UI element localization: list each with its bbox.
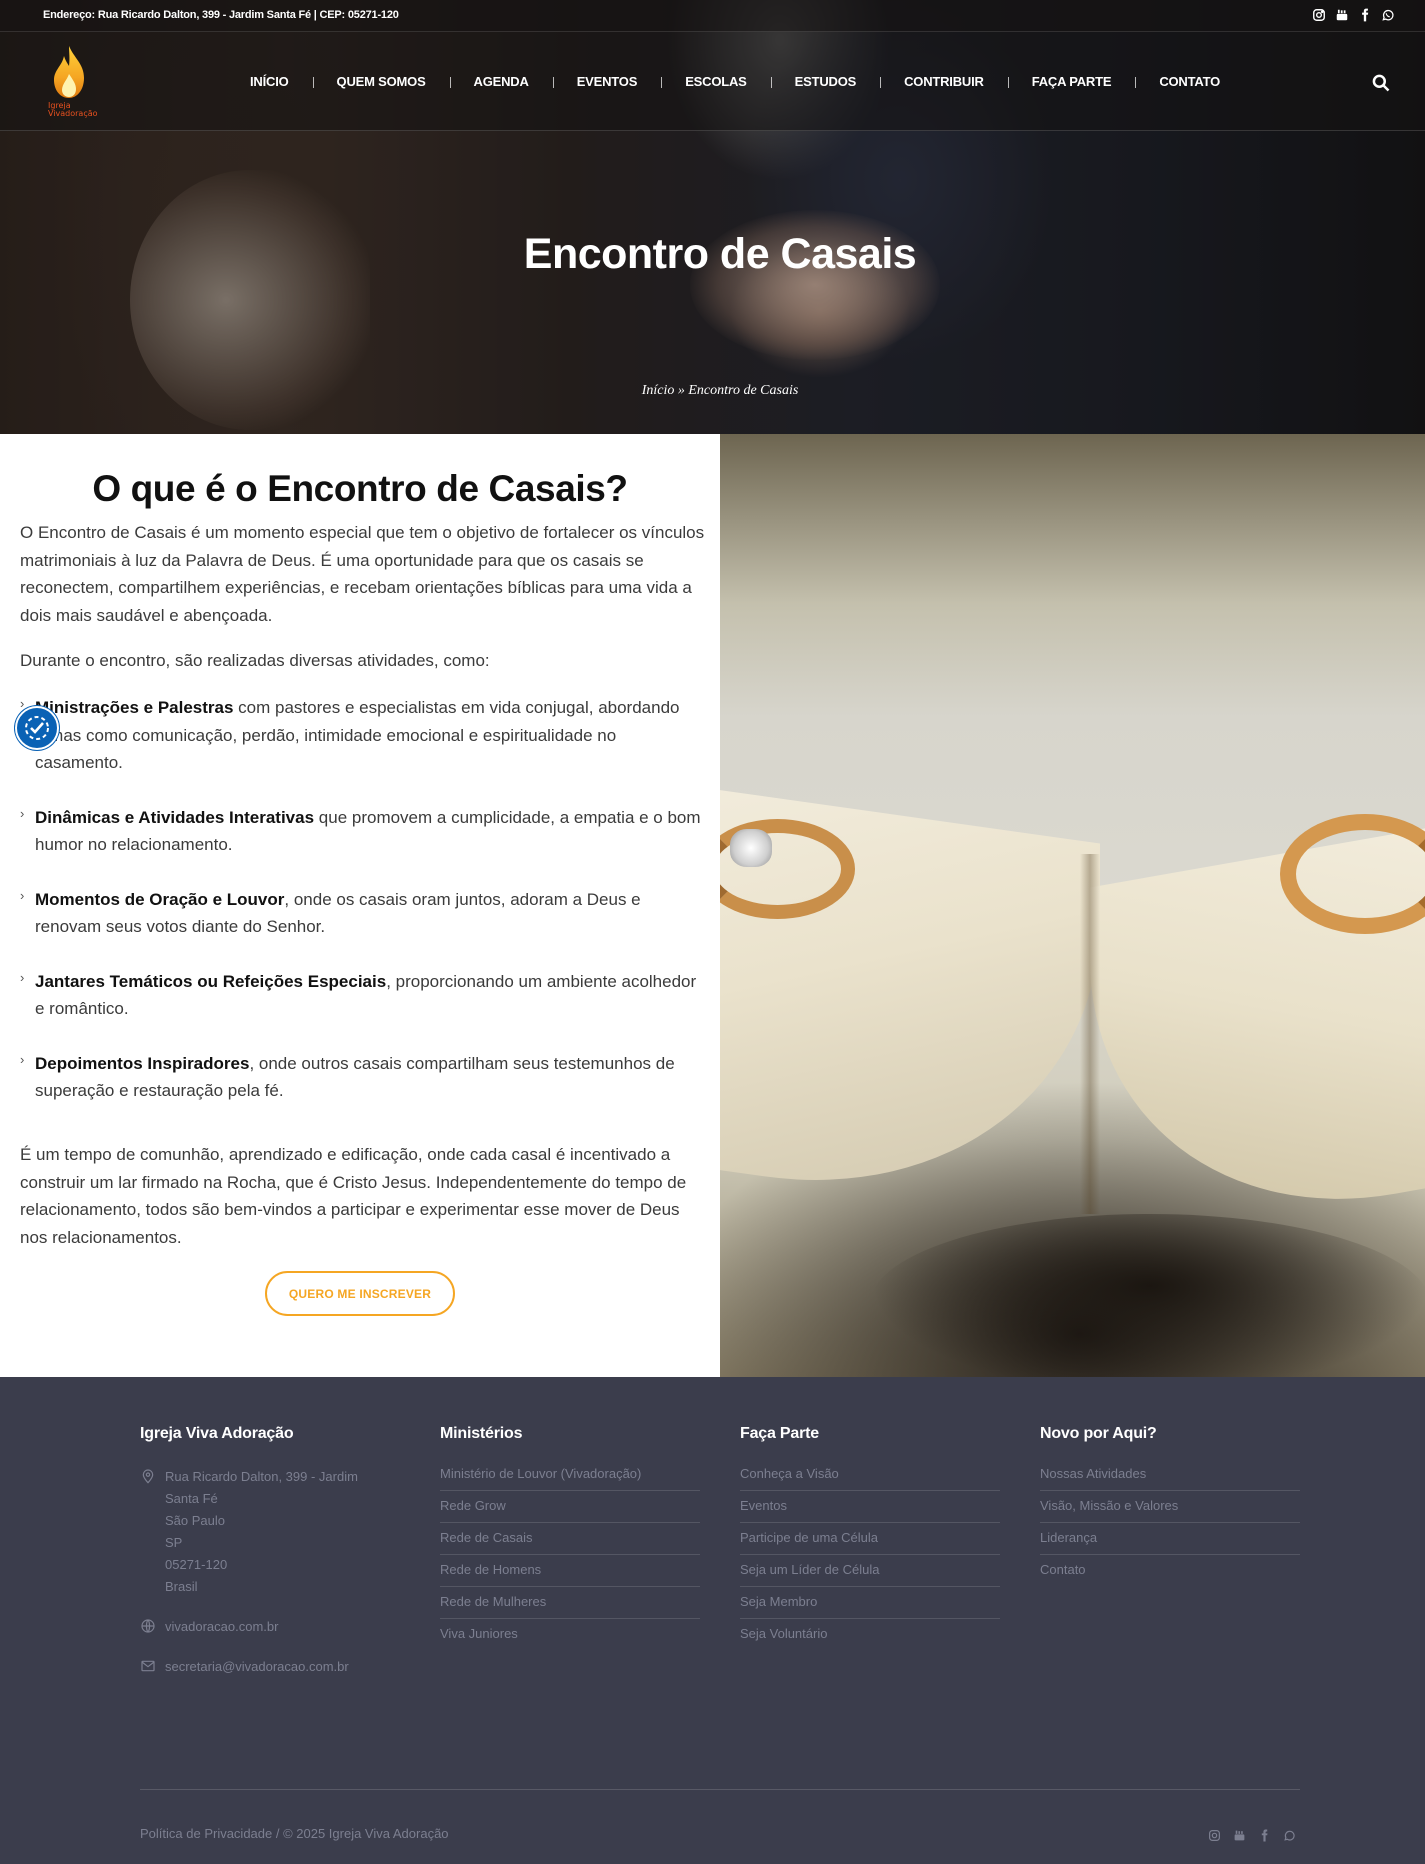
footer-website[interactable]: vivadoracao.com.br (140, 1616, 400, 1638)
footer-address: Rua Ricardo Dalton, 399 - Jardim Santa F… (140, 1466, 400, 1598)
footer-link[interactable]: Liderança (1040, 1523, 1300, 1555)
topbar-address: Endereço: Rua Ricardo Dalton, 399 - Jard… (43, 9, 399, 21)
main-nav: INÍCIO QUEM SOMOS AGENDA EVENTOS ESCOLAS… (226, 74, 1244, 89)
footer-social-links (1207, 1828, 1296, 1842)
nav-item-contato[interactable]: CONTATO (1135, 74, 1244, 89)
nav-item-eventos[interactable]: EVENTOS (552, 74, 662, 89)
nav-item-contribuir[interactable]: CONTRIBUIR (880, 74, 1008, 89)
footer-heading: Igreja Viva Adoração (140, 1425, 294, 1442)
footer-heading: Ministérios (440, 1425, 523, 1442)
globe-icon (140, 1618, 156, 1634)
intro-paragraph: O Encontro de Casais é um momento especi… (20, 523, 705, 625)
footer-link[interactable]: Rede de Casais (440, 1523, 700, 1555)
footer-column-novo-por-aqui: Novo por Aqui? Nossas Atividades Visão, … (1040, 1425, 1300, 1586)
site-header: Igreja Vivadoração INÍCIO QUEM SOMOS AGE… (0, 32, 1425, 131)
footer-link[interactable]: Rede Grow (440, 1491, 700, 1523)
nav-item-estudos[interactable]: ESTUDOS (770, 74, 880, 89)
flame-icon (54, 46, 84, 98)
list-item: Depoimentos Inspiradores, onde outros ca… (20, 1046, 705, 1105)
site-footer: Igreja Viva Adoração Rua Ricardo Dalton,… (0, 1377, 1425, 1864)
footer-link[interactable]: Seja um Líder de Célula (740, 1555, 1000, 1587)
footer-link[interactable]: Seja Membro (740, 1587, 1000, 1619)
footer-link[interactable]: Ministério de Louvor (Vivadoração) (440, 1466, 700, 1491)
closing-paragraph: É um tempo de comunhão, aprendizado e ed… (20, 1145, 687, 1247)
footer-link[interactable]: Rede de Mulheres (440, 1587, 700, 1619)
topbar-social-links (1312, 8, 1395, 22)
footer-link[interactable]: Conheça a Visão (740, 1466, 1000, 1491)
search-icon[interactable] (1371, 73, 1391, 93)
nav-item-agenda[interactable]: AGENDA (449, 74, 553, 89)
footer-link[interactable]: Participe de uma Célula (740, 1523, 1000, 1555)
breadcrumb[interactable]: Início » Encontro de Casais (0, 383, 1425, 399)
section-title: O que é o Encontro de Casais? (92, 468, 628, 509)
footer-heading: Faça Parte (740, 1425, 819, 1442)
footer-link[interactable]: Seja Voluntário (740, 1619, 1000, 1650)
site-logo[interactable]: Igreja Vivadoração (46, 44, 106, 120)
hero-banner: Endereço: Rua Ricardo Dalton, 399 - Jard… (0, 0, 1425, 434)
accessibility-icon[interactable] (15, 706, 59, 750)
activities-list: Ministrações e Palestras com pastores e … (20, 690, 705, 1132)
instagram-icon[interactable] (1312, 8, 1326, 22)
youtube-icon[interactable] (1335, 8, 1349, 22)
list-item: Momentos de Oração e Louvor, onde os cas… (20, 882, 705, 941)
footer-link[interactable]: Viva Juniores (440, 1619, 700, 1650)
youtube-icon[interactable] (1232, 1828, 1246, 1842)
footer-email[interactable]: secretaria@vivadoracao.com.br (140, 1656, 400, 1678)
footer-link[interactable]: Contato (1040, 1555, 1300, 1586)
nav-item-quem-somos[interactable]: QUEM SOMOS (312, 74, 450, 89)
list-item: Ministrações e Palestras com pastores e … (20, 690, 705, 777)
footer-link[interactable]: Visão, Missão e Valores (1040, 1491, 1300, 1523)
logo-text: Igreja Vivadoração (48, 101, 98, 118)
top-bar: Endereço: Rua Ricardo Dalton, 399 - Jard… (0, 0, 1425, 32)
nav-item-escolas[interactable]: ESCOLAS (661, 74, 770, 89)
whatsapp-icon[interactable] (1282, 1828, 1296, 1842)
facebook-icon[interactable] (1358, 8, 1372, 22)
content-section: O que é o Encontro de Casais? O Encontro… (0, 434, 720, 1377)
register-button[interactable]: QUERO ME INSCREVER (265, 1271, 455, 1316)
footer-link[interactable]: Eventos (740, 1491, 1000, 1523)
footer-column-ministerios: Ministérios Ministério de Louvor (Vivado… (440, 1425, 700, 1650)
footer-link[interactable]: Rede de Homens (440, 1555, 700, 1587)
nav-item-inicio[interactable]: INÍCIO (226, 74, 313, 89)
copyright[interactable]: Política de Privacidade / © 2025 Igreja … (140, 1826, 449, 1841)
mail-icon (140, 1658, 156, 1674)
list-item: Dinâmicas e Atividades Interativas que p… (20, 800, 705, 859)
activities-intro: Durante o encontro, são realizadas diver… (20, 651, 490, 670)
facebook-icon[interactable] (1257, 1828, 1271, 1842)
list-item: Jantares Temáticos ou Refeições Especiai… (20, 964, 705, 1023)
footer-heading: Novo por Aqui? (1040, 1425, 1157, 1442)
footer-link[interactable]: Nossas Atividades (1040, 1466, 1300, 1491)
instagram-icon[interactable] (1207, 1828, 1221, 1842)
page-title: Encontro de Casais (523, 230, 917, 278)
rings-bible-photo (720, 434, 1425, 1377)
whatsapp-icon[interactable] (1381, 8, 1395, 22)
footer-divider (140, 1789, 1300, 1790)
footer-column-faca-parte: Faça Parte Conheça a Visão Eventos Parti… (740, 1425, 1000, 1650)
map-pin-icon (140, 1468, 156, 1484)
nav-item-faca-parte[interactable]: FAÇA PARTE (1007, 74, 1136, 89)
footer-column-church: Igreja Viva Adoração Rua Ricardo Dalton,… (140, 1425, 400, 1696)
